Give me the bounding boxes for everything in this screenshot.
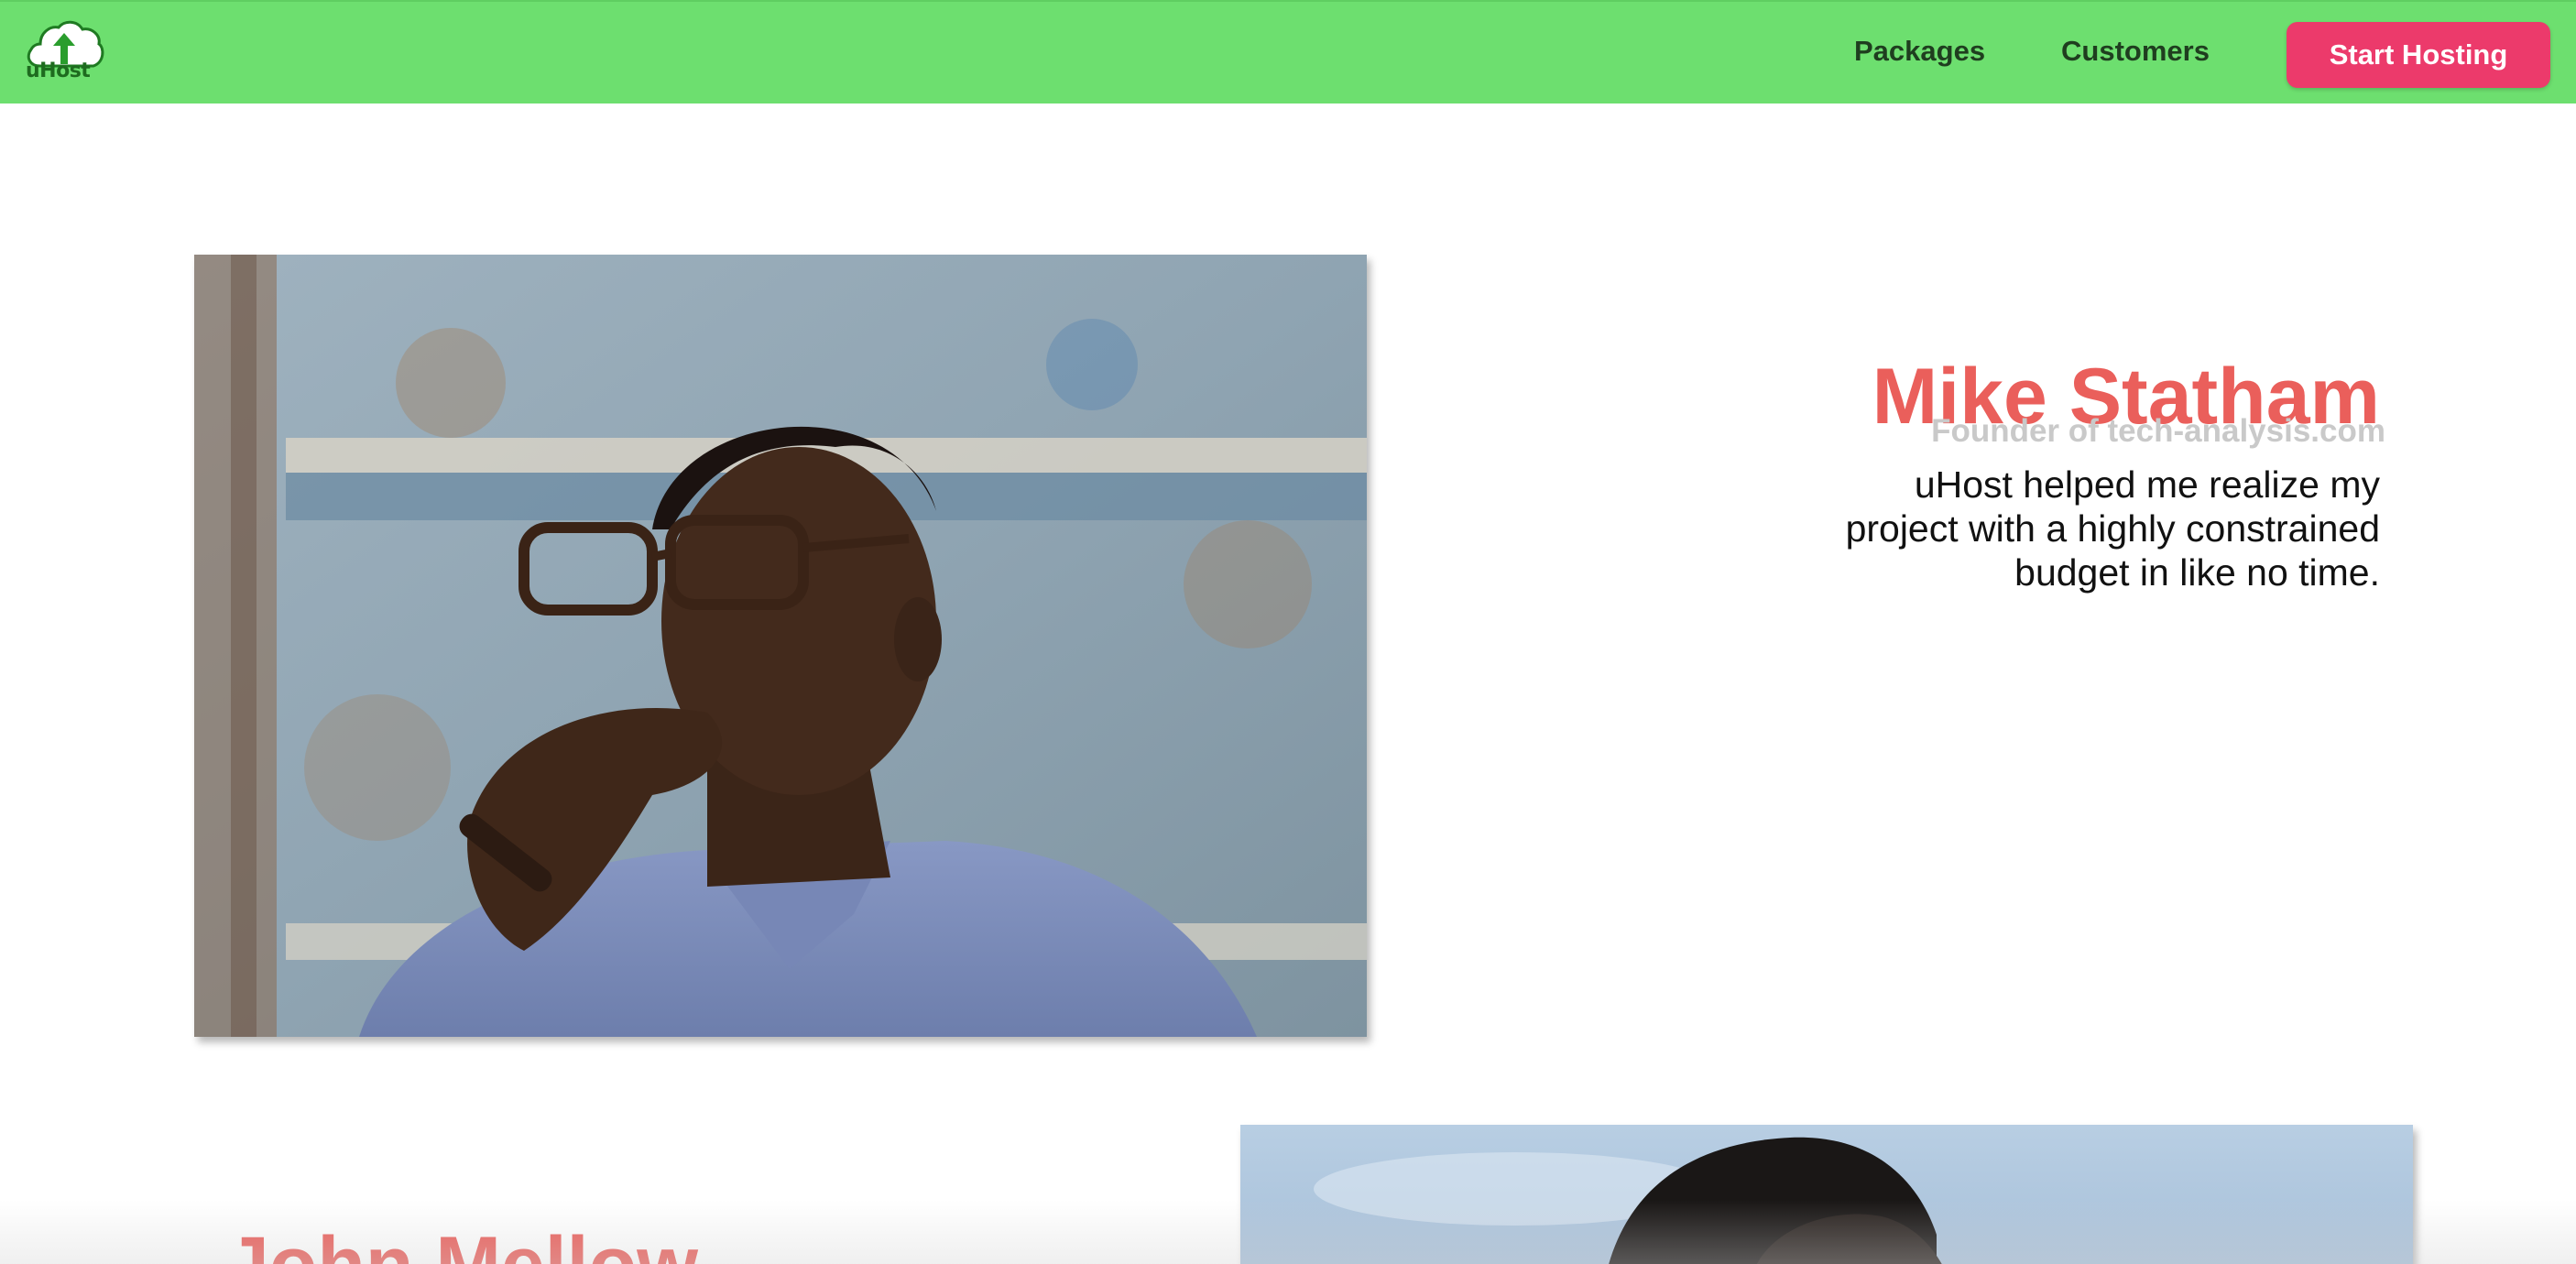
brand-text: uHost xyxy=(26,60,91,82)
nav-packages[interactable]: Packages xyxy=(1854,33,1985,70)
testimonial-quote-mike: uHost helped me realize my project with … xyxy=(1845,463,2380,594)
nav-customers[interactable]: Customers xyxy=(2061,33,2210,70)
testimonial-role-mike: Founder of tech-analysis.com xyxy=(1931,413,2385,449)
testimonial-name-john: John Mellow xyxy=(225,1221,698,1264)
page: uHost Packages Customers Start Hosting M… xyxy=(0,0,2576,1264)
brand-logo-link[interactable]: uHost xyxy=(22,13,106,95)
start-hosting-button[interactable]: Start Hosting xyxy=(2287,22,2550,88)
cloud-upload-logo-icon xyxy=(27,20,104,68)
customer-photo-mike xyxy=(194,255,1367,1037)
customer-photo-john xyxy=(1240,1125,2413,1264)
main-header: uHost Packages Customers Start Hosting xyxy=(0,0,2576,104)
